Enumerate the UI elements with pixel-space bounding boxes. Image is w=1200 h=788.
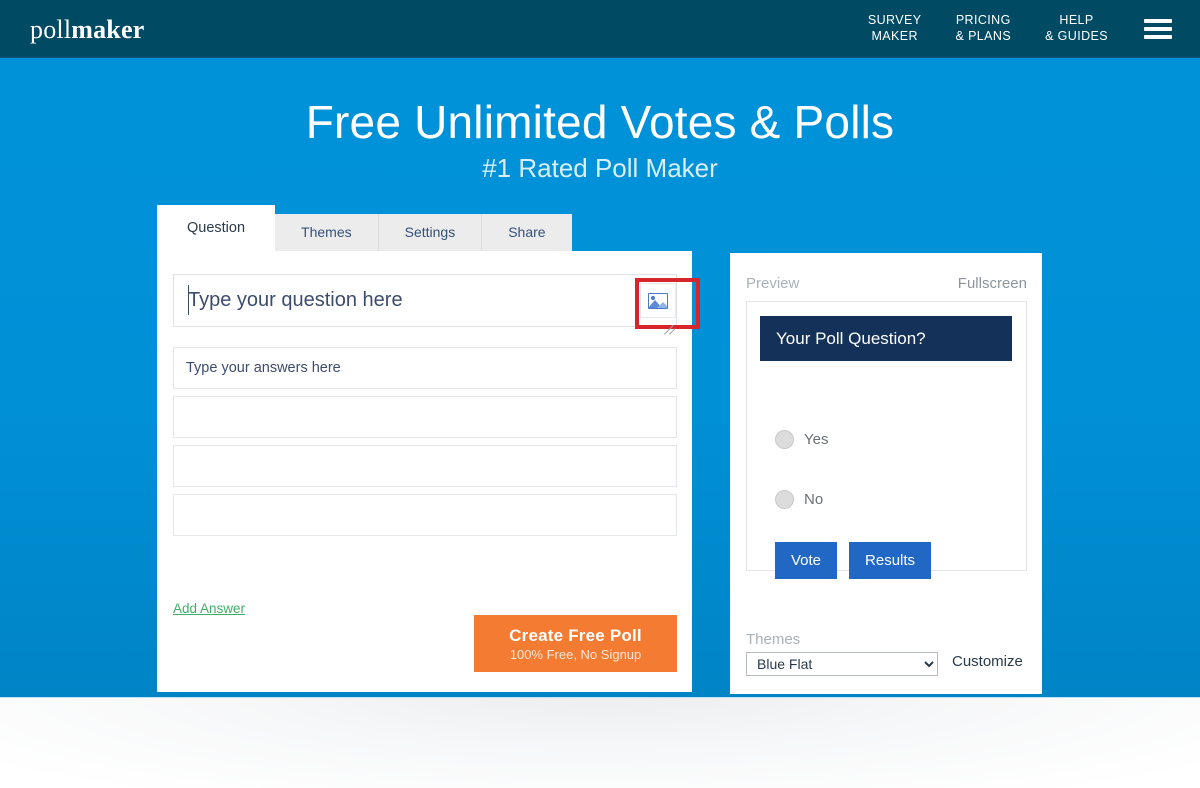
question-field-wrapper xyxy=(173,274,700,335)
nav-item-help-guides-line1: HELP xyxy=(1059,13,1094,27)
question-input[interactable] xyxy=(173,274,677,327)
question-resize-handle[interactable] xyxy=(663,321,677,335)
themes-label: Themes xyxy=(746,631,801,648)
nav-item-survey-maker-line1: SURVEY xyxy=(867,13,922,27)
poll-option-yes[interactable]: Yes xyxy=(775,430,828,449)
poll-preview-question: Your Poll Question? xyxy=(760,316,1012,361)
image-icon xyxy=(648,292,668,309)
nav-item-pricing-plans[interactable]: PRICING & PLANS xyxy=(955,12,1011,44)
poll-preview-card: Your Poll Question? Yes No Vote Results xyxy=(746,301,1027,579)
answer-input-1[interactable] xyxy=(173,347,677,389)
hamburger-menu-icon[interactable] xyxy=(1144,18,1172,40)
tab-share[interactable]: Share xyxy=(482,214,572,251)
vote-button[interactable]: Vote xyxy=(775,542,838,579)
page-root: pollmaker SURVEY MAKER PRICING & PLANS H… xyxy=(0,0,1200,788)
hamburger-bar-2 xyxy=(1144,27,1172,31)
poll-option-no[interactable]: No xyxy=(775,490,823,509)
lower-section xyxy=(0,697,1200,788)
site-logo[interactable]: pollmaker xyxy=(30,15,144,45)
nav-item-pricing-plans-line2: & PLANS xyxy=(955,29,1012,43)
tab-question[interactable]: Question xyxy=(157,205,276,251)
poll-option-no-label: No xyxy=(804,491,824,508)
answers-list xyxy=(173,347,677,543)
top-navigation-bar: pollmaker SURVEY MAKER PRICING & PLANS H… xyxy=(0,0,1200,58)
answer-input-2[interactable] xyxy=(173,396,677,438)
hamburger-bar-3 xyxy=(1144,35,1172,39)
answer-input-3[interactable] xyxy=(173,445,677,487)
logo-text-bold: maker xyxy=(71,15,145,44)
add-answer-link[interactable]: Add Answer xyxy=(173,601,245,616)
question-image-button[interactable] xyxy=(640,283,676,318)
tab-settings[interactable]: Settings xyxy=(378,214,483,251)
poll-option-yes-label: Yes xyxy=(804,431,829,448)
nav-item-survey-maker[interactable]: SURVEY MAKER xyxy=(868,12,922,44)
question-input-caret xyxy=(188,285,189,315)
create-free-poll-button[interactable]: Create Free Poll 100% Free, No Signup xyxy=(474,615,677,672)
results-button[interactable]: Results xyxy=(849,542,932,579)
nav-item-survey-maker-line2: MAKER xyxy=(871,29,918,43)
preview-header: Preview Fullscreen xyxy=(746,275,1027,292)
create-free-poll-subtitle: 100% Free, No Signup xyxy=(509,646,642,662)
logo-text-light: poll xyxy=(30,15,72,44)
hero-subtitle: #1 Rated Poll Maker xyxy=(482,153,718,183)
create-free-poll-title: Create Free Poll xyxy=(509,625,642,645)
nav-item-help-guides-line2: & GUIDES xyxy=(1045,29,1108,43)
preview-label: Preview xyxy=(746,275,800,292)
preview-panel: Preview Fullscreen Your Poll Question? Y… xyxy=(730,253,1042,694)
radio-icon-yes[interactable] xyxy=(775,430,794,449)
fullscreen-link[interactable]: Fullscreen xyxy=(958,275,1027,292)
theme-select[interactable]: Blue Flat xyxy=(746,652,938,676)
customize-link[interactable]: Customize xyxy=(952,653,1023,670)
hero-title: Free Unlimited Votes & Polls xyxy=(305,96,895,148)
image-icon-mountain-small xyxy=(657,301,667,308)
radio-icon-no[interactable] xyxy=(775,490,794,509)
tab-themes[interactable]: Themes xyxy=(275,214,379,251)
nav-item-help-guides[interactable]: HELP & GUIDES xyxy=(1045,12,1108,44)
answer-input-4[interactable] xyxy=(173,494,677,536)
hero-section: Free Unlimited Votes & Polls #1 Rated Po… xyxy=(0,58,1200,697)
hamburger-bar-1 xyxy=(1144,19,1172,23)
poll-builder-card: Add Answer Create Free Poll 100% Free, N… xyxy=(157,251,700,692)
poll-preview-actions: Vote Results xyxy=(775,542,932,579)
main-nav: SURVEY MAKER PRICING & PLANS HELP & GUID… xyxy=(868,12,1108,44)
nav-item-pricing-plans-line1: PRICING xyxy=(955,13,1011,27)
builder-tabs: Question Themes Settings Share xyxy=(157,205,572,251)
